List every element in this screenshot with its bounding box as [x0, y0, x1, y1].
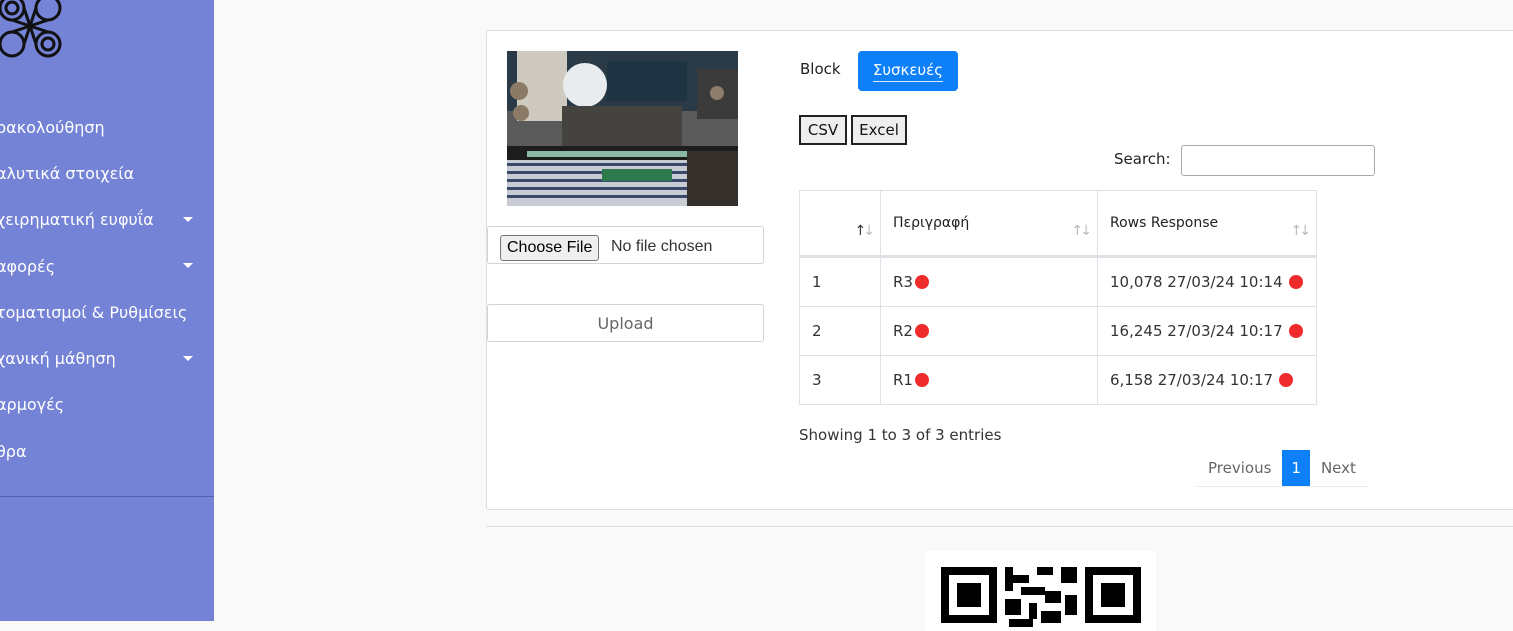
sidebar-item-business-intelligence[interactable]: χειρηματική ευφυΐα [0, 197, 214, 243]
sidebar-item-articles[interactable]: θρα [0, 428, 214, 474]
status-dot-icon [914, 373, 929, 387]
sidebar-divider [0, 496, 214, 497]
row-description: R3 [880, 256, 1098, 307]
table-row: 3 R1 6,158 27/03/24 10:17 [799, 355, 1317, 405]
status-dot-icon [1288, 324, 1303, 338]
status-dot-icon [1288, 275, 1303, 289]
status-dot-icon [1279, 373, 1294, 387]
sidebar-item-reports[interactable]: αφορές [0, 243, 214, 289]
status-dot-icon [914, 324, 929, 338]
column-header-rows-response[interactable]: Rows Response ↑↓ [1097, 190, 1317, 258]
store-photo [507, 51, 738, 206]
row-description: R2 [880, 306, 1098, 356]
excel-export-button[interactable]: Excel [851, 115, 907, 145]
search-input[interactable] [1181, 145, 1375, 176]
sidebar-item-label: τοματισμοί & Ρυθμίσεις [0, 302, 188, 322]
caret-down-icon [183, 355, 193, 361]
row-response: 16,245 27/03/24 10:17 [1097, 306, 1317, 356]
response-text: 10,078 27/03/24 10:14 [1110, 273, 1283, 291]
sidebar-item-label: θρα [0, 441, 27, 461]
previous-page-button[interactable]: Previous [1197, 450, 1282, 486]
sidebar-item-automations-settings[interactable]: τοματισμοί & Ρυθμίσεις [0, 289, 214, 335]
row-description: R1 [880, 355, 1098, 405]
column-header-label: Περιγραφή [893, 215, 970, 231]
description-text: R2 [893, 322, 913, 340]
search-label: Search: [1114, 150, 1171, 168]
sidebar-item-label: αλυτικά στοιχεία [0, 163, 135, 183]
sidebar-item-label: χειρηματική ευφυΐα [0, 210, 154, 230]
sidebar-item-applications[interactable]: αρμογές [0, 382, 214, 428]
row-number: 1 [799, 256, 881, 307]
row-number: 2 [799, 306, 881, 356]
tab-devices-label: Συσκευές [872, 61, 944, 82]
qr-code [925, 551, 1156, 631]
response-text: 16,245 27/03/24 10:17 [1110, 322, 1283, 340]
sort-icon: ↑↓ [1071, 223, 1093, 239]
sidebar-item-monitoring[interactable]: ρακολούθηση [0, 104, 214, 150]
status-dot-icon [914, 275, 929, 289]
pagination: Previous 1 Next [1197, 450, 1367, 487]
upload-button[interactable]: Upload [487, 304, 764, 342]
sidebar-item-analytics[interactable]: αλυτικά στοιχεία [0, 150, 214, 196]
sort-icon: ↑↓ [854, 223, 876, 239]
sidebar-item-label: ρακολούθηση [0, 117, 105, 137]
next-page-button[interactable]: Next [1310, 450, 1367, 486]
table-info: Showing 1 to 3 of 3 entries [799, 426, 1002, 444]
sidebar-item-label: χανική μάθηση [0, 349, 116, 369]
section-divider [486, 526, 1513, 527]
caret-down-icon [183, 263, 193, 269]
file-status-text: No file chosen [611, 238, 713, 255]
column-header-index[interactable]: ↑↓ [799, 190, 881, 258]
sidebar-item-machine-learning[interactable]: χανική μάθηση [0, 335, 214, 381]
row-number: 3 [799, 355, 881, 405]
table-row: 2 R2 16,245 27/03/24 10:17 [799, 306, 1317, 356]
table-row: 1 R3 10,078 27/03/24 10:14 [799, 256, 1317, 307]
logo-knot-icon [0, 0, 62, 58]
sidebar-item-label: αφορές [0, 256, 56, 276]
choose-file-button[interactable]: Choose File [500, 235, 600, 261]
tab-devices[interactable]: Συσκευές [858, 51, 958, 91]
csv-export-button[interactable]: CSV [799, 115, 847, 145]
sidebar: ρακολούθηση αλυτικά στοιχεία χειρηματική… [0, 0, 214, 621]
description-text: R1 [893, 371, 913, 389]
sort-icon: ↑↓ [1290, 223, 1312, 239]
sidebar-nav: ρακολούθηση αλυτικά στοιχεία χειρηματική… [0, 104, 214, 474]
description-text: R3 [893, 273, 913, 291]
row-response: 10,078 27/03/24 10:14 [1097, 256, 1317, 307]
response-text: 6,158 27/03/24 10:17 [1110, 371, 1274, 389]
tab-block[interactable]: Block [800, 60, 841, 78]
caret-down-icon [183, 216, 193, 222]
devices-table: ↑↓ Περιγραφή ↑↓ Rows Response ↑↓ 1 R3 10… [799, 190, 1317, 405]
file-input[interactable]: Choose File No file chosen [487, 226, 764, 264]
column-header-label: Rows Response [1110, 215, 1219, 231]
page-1-button[interactable]: 1 [1282, 450, 1310, 486]
column-header-description[interactable]: Περιγραφή ↑↓ [880, 190, 1098, 258]
sidebar-item-label: αρμογές [0, 395, 65, 415]
row-response: 6,158 27/03/24 10:17 [1097, 355, 1317, 405]
